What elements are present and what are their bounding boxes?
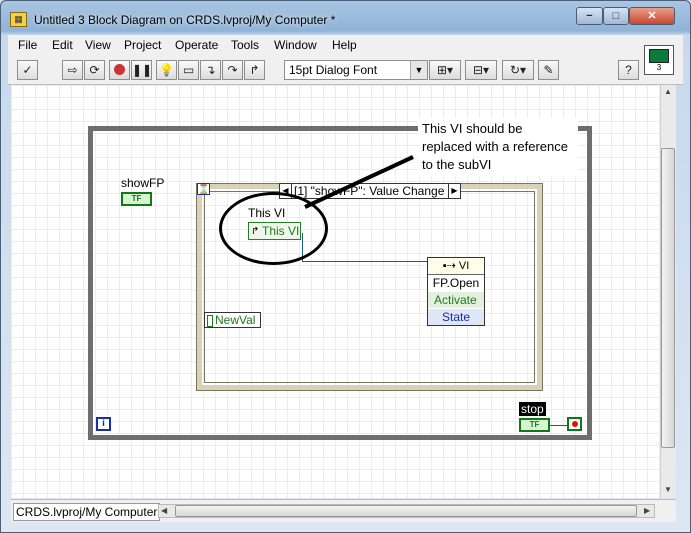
vertical-scroll-thumb[interactable] xyxy=(661,148,675,448)
scroll-left-icon[interactable]: ◀ xyxy=(161,506,167,515)
horizontal-scroll-thumb[interactable] xyxy=(175,505,637,517)
menu-operate[interactable]: Operate xyxy=(175,38,218,52)
reference-wire[interactable] xyxy=(303,261,427,262)
showfp-label: showFP xyxy=(121,176,165,190)
loop-condition-terminal[interactable] xyxy=(567,417,582,431)
run-continuously-icon[interactable]: ⟳ xyxy=(84,60,105,80)
distribute-objects-icon[interactable]: ⊟▾ xyxy=(465,60,497,80)
vi-connector-icon[interactable]: 3 xyxy=(644,45,674,75)
step-into-icon[interactable]: ↴ xyxy=(200,60,221,80)
step-over-icon[interactable]: ↷ xyxy=(222,60,243,80)
property-node-class: VI xyxy=(458,260,470,272)
labview-app-icon[interactable]: ▦ xyxy=(10,12,27,27)
step-out-icon[interactable]: ↱ xyxy=(244,60,265,80)
toolbar: ✓ ⇨ ⟳ ❚❚ 💡 ▭ ↴ ↷ ↱ 15pt Dialog Font ▼ ⊞▾… xyxy=(8,56,683,85)
annotation-text[interactable]: This VI should be replaced with a refere… xyxy=(418,118,578,176)
pause-icon[interactable]: ❚❚ xyxy=(131,60,152,80)
clean-up-diagram-icon[interactable]: ✎ xyxy=(538,60,559,80)
menu-file[interactable]: File xyxy=(18,38,37,52)
run-arrow-icon[interactable]: ⇨ xyxy=(62,60,83,80)
context-help-button[interactable]: ? xyxy=(618,60,639,80)
stop-label: stop xyxy=(519,402,546,416)
scroll-up-icon[interactable]: ▲ xyxy=(664,87,672,96)
property-fp-open[interactable]: FP.Open xyxy=(428,275,484,291)
window-title: Untitled 3 Block Diagram on CRDS.lvproj/… xyxy=(34,13,336,27)
property-node-header: ▪⇢ VI xyxy=(428,258,484,275)
stop-terminal[interactable]: TF xyxy=(519,418,550,432)
run-continuous-check-icon[interactable]: ✓ xyxy=(17,60,38,80)
reference-arrow-icon: ▪⇢ xyxy=(442,260,459,272)
title-bar[interactable]: ▦ Untitled 3 Block Diagram on CRDS.lvpro… xyxy=(0,0,691,34)
annotation-pointer-line xyxy=(304,155,414,209)
hourglass-icon[interactable]: ⌛ xyxy=(197,183,210,195)
menu-view[interactable]: View xyxy=(85,38,111,52)
font-select-value: 15pt Dialog Font xyxy=(289,63,378,77)
project-context-label: CRDS.lvproj/My Computer xyxy=(13,503,161,521)
menu-edit[interactable]: Edit xyxy=(52,38,73,52)
reorder-icon[interactable]: ↻▾ xyxy=(502,60,534,80)
menu-tools[interactable]: Tools xyxy=(231,38,259,52)
scroll-down-icon[interactable]: ▼ xyxy=(664,485,672,494)
abort-icon[interactable] xyxy=(109,60,130,80)
minimize-button[interactable]: − xyxy=(576,7,603,25)
property-activate[interactable]: Activate xyxy=(428,292,484,308)
retain-wire-values-icon[interactable]: ▭ xyxy=(178,60,199,80)
menu-help[interactable]: Help xyxy=(332,38,357,52)
showfp-terminal[interactable]: TF xyxy=(121,192,152,206)
menu-project[interactable]: Project xyxy=(124,38,161,52)
newval-event-data[interactable]: NewVal xyxy=(204,312,261,328)
menu-bar: File Edit View Project Operate Tools Win… xyxy=(8,35,683,56)
property-state[interactable]: State xyxy=(428,309,484,325)
highlight-execution-bulb-icon[interactable]: 💡 xyxy=(156,60,177,80)
close-button[interactable]: ✕ xyxy=(629,7,675,25)
scroll-right-icon[interactable]: ▶ xyxy=(644,506,650,515)
align-objects-icon[interactable]: ⊞▾ xyxy=(429,60,461,80)
next-case-arrow-icon[interactable]: ▶ xyxy=(448,184,460,198)
menu-window[interactable]: Window xyxy=(274,38,317,52)
font-select[interactable]: 15pt Dialog Font ▼ xyxy=(284,60,428,80)
property-node[interactable]: ▪⇢ VI FP.Open Activate State xyxy=(427,257,485,326)
iteration-terminal[interactable]: i xyxy=(96,417,111,431)
block-diagram-canvas[interactable]: i showFP TF ⌛ ◀ [1] "showFP": Value Chan… xyxy=(11,85,660,498)
chevron-down-icon[interactable]: ▼ xyxy=(410,61,427,79)
vi-icon-number: 3 xyxy=(656,63,662,72)
maximize-button[interactable]: □ xyxy=(603,7,629,25)
stop-wire[interactable] xyxy=(550,425,567,426)
